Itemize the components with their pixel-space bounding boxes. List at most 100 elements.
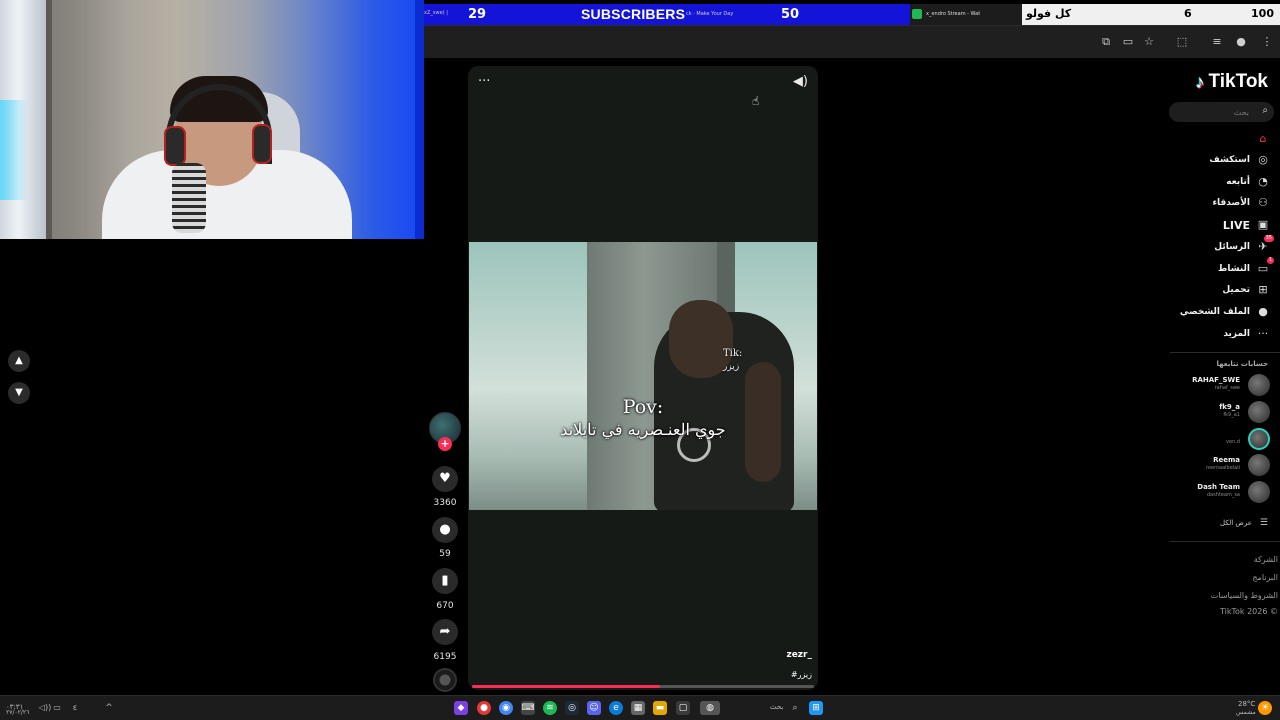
sidebar-item-explore[interactable]: استكشف ◎ (1110, 151, 1270, 169)
discord-icon[interactable]: ☺ (587, 701, 601, 715)
search-input[interactable] (1177, 104, 1249, 120)
app-icon-1[interactable]: ◆ (454, 701, 468, 715)
video-player[interactable]: ··· ◀) Tik: زيزر Pov: جوي العنـصريه في ت… (468, 66, 818, 690)
following-account-name: Dash Team (1197, 483, 1240, 491)
following-account-handle: fk9_a1 (1223, 412, 1240, 418)
tiktok-logo-text: TikTok (1208, 71, 1268, 92)
active-app-icon[interactable]: ◍ (700, 701, 720, 715)
cast-icon[interactable]: ▭ (1121, 35, 1135, 49)
footer-link[interactable]: البرنامج (1252, 573, 1278, 582)
video-progress-bar[interactable] (472, 685, 814, 688)
sidebar-item-home[interactable]: ⌂ (1110, 130, 1270, 148)
comment-button[interactable]: ● (432, 517, 458, 543)
sidebar-item-more[interactable]: المزيد ··· (1110, 325, 1270, 343)
sidebar-item-live[interactable]: LIVE ▣ (1110, 216, 1270, 234)
follow-plus-icon[interactable]: + (438, 437, 452, 451)
profile-icon: ● (1258, 305, 1268, 318)
video-hashtag[interactable]: #زيزر (791, 670, 812, 679)
following-account[interactable]: ven.d (1130, 428, 1270, 450)
sidebar-item-upload[interactable]: تحميل ⊞ (1110, 281, 1270, 299)
overlay-stream-title: x_endro Stream - Wat (926, 11, 981, 17)
edge-icon[interactable]: e (609, 701, 623, 715)
search-box[interactable]: ⌕ (1169, 102, 1274, 122)
next-video-button[interactable]: ▼ (8, 382, 30, 404)
tray-chevron-icon[interactable]: ^ (102, 701, 116, 715)
sidebar-item-profile[interactable]: الملف الشخصي ● (1110, 303, 1270, 321)
calendar-icon[interactable]: ▦ (631, 701, 645, 715)
video-watermark: Tik: (723, 348, 743, 359)
tiktok-logo[interactable]: ♪ TikTok (1196, 71, 1268, 93)
music-disc-icon[interactable] (433, 668, 457, 692)
subscriber-count: 29 (468, 7, 487, 22)
sidebar-item-messages[interactable]: الرسائل ✈ 35 (1110, 235, 1274, 256)
video-watermark-user: زيزر (723, 362, 740, 372)
extensions-icon[interactable]: ⬚ (1175, 35, 1189, 49)
previous-video-button[interactable]: ▲ (8, 350, 30, 372)
footer-link: TikTok 2026 © (1220, 607, 1278, 616)
file-explorer-icon[interactable]: ▬ (653, 701, 667, 715)
taskbar-search-label[interactable]: بحث (770, 703, 783, 711)
overlay-track: ck · Make Your Day (686, 11, 734, 17)
following-account-handle: rahaf_swe (1214, 385, 1240, 391)
sidebar-divider (1170, 352, 1280, 353)
avatar (1248, 454, 1270, 476)
chrome-icon[interactable]: ◉ (499, 701, 513, 715)
terminal-icon[interactable]: ⌨ (521, 701, 535, 715)
notification-badge: 35 (1263, 235, 1274, 242)
following-icon: ◔ (1258, 175, 1268, 188)
network-tray-icon[interactable]: ▭ (50, 701, 64, 715)
weather-sun-icon[interactable]: ☀ (1258, 701, 1272, 715)
footer-link[interactable]: الشركة (1254, 555, 1278, 564)
language-tray-icon[interactable]: ε (68, 701, 82, 715)
stream-overlay-bar: xZ_swe) | 29 SUBSCRIBERS ck · Make Your … (424, 4, 1280, 25)
sidebar-item-friends[interactable]: الأصدقاء ⚇ (1110, 194, 1270, 212)
media-queue-icon[interactable]: ≡ (1210, 35, 1224, 49)
following-account[interactable]: RAHAF_SWE rahaf_swe (1130, 374, 1270, 396)
save-button[interactable]: ▮ (432, 568, 458, 594)
video-author[interactable]: zezr_ (786, 650, 812, 660)
task-view-icon[interactable]: ▢ (676, 701, 690, 715)
sidebar-item-activity[interactable]: النشاط ▭ 1 (1110, 257, 1274, 278)
weather-desc: مشمس (1236, 709, 1256, 716)
more-icon: ··· (1257, 327, 1269, 340)
notification-badge: 1 (1266, 257, 1274, 264)
profile-avatar-icon[interactable]: ● (1232, 35, 1250, 49)
following-account[interactable]: Dash Team dashteam_sa (1130, 481, 1270, 503)
steam-icon[interactable]: ◎ (565, 701, 579, 715)
windows-start-icon[interactable]: ⊞ (809, 701, 823, 715)
share-button[interactable]: ➦ (432, 619, 458, 645)
webcam-doorframe (46, 0, 52, 239)
footer-link[interactable]: الشروط والسياسات (1211, 591, 1278, 600)
like-button[interactable]: ♥ (432, 466, 458, 492)
taskbar-search-icon[interactable]: ⌕ (788, 701, 802, 715)
browser-menu-icon[interactable]: ⋮ (1260, 35, 1274, 49)
video-more-icon[interactable]: ··· (478, 74, 490, 89)
friends-icon: ⚇ (1258, 196, 1268, 209)
webcam-headset-ear-left (164, 126, 186, 166)
search-icon[interactable]: ⌕ (1262, 105, 1268, 116)
browser-toolbar: ⧉ ▭ ☆ ⬚ ≡ ● ⋮ (424, 25, 1280, 58)
app-icon-2[interactable]: ● (477, 701, 491, 715)
following-account[interactable]: Reema reemaalbelali (1130, 454, 1270, 476)
sidebar-item-following[interactable]: أتابعه ◔ (1110, 173, 1270, 191)
see-all-button[interactable]: عرض الكل ☰ (1220, 518, 1268, 528)
bookmark-star-icon[interactable]: ☆ (1142, 35, 1156, 49)
list-icon: ☰ (1259, 518, 1268, 528)
avatar (1248, 401, 1270, 423)
weather-temp: 28°C (1238, 700, 1256, 708)
spotify-icon[interactable]: ≋ (543, 701, 557, 715)
overlay-tiny-left: xZ_swe) | (424, 10, 448, 16)
see-all-label: عرض الكل (1219, 519, 1252, 527)
messages-icon: ✈ 35 (1258, 235, 1274, 253)
taskbar-date: ٢٧/٠٢/٢٦ (6, 709, 30, 716)
avatar (1248, 428, 1270, 450)
explore-icon: ◎ (1258, 153, 1268, 166)
like-count: 3360 (433, 498, 457, 508)
follower-goal-label: كل فولو (1026, 7, 1072, 20)
translate-icon[interactable]: ⧉ (1099, 35, 1113, 49)
following-account[interactable]: fk9_a fk9_a1 (1130, 401, 1270, 423)
sidebar-item-label: الملف الشخصي (1179, 307, 1250, 317)
subscriber-goal-segment: xZ_swe) | 29 SUBSCRIBERS ck · Make Your … (424, 4, 910, 25)
home-icon: ⌂ (1259, 132, 1267, 145)
volume-icon[interactable]: ◀) (793, 74, 808, 89)
